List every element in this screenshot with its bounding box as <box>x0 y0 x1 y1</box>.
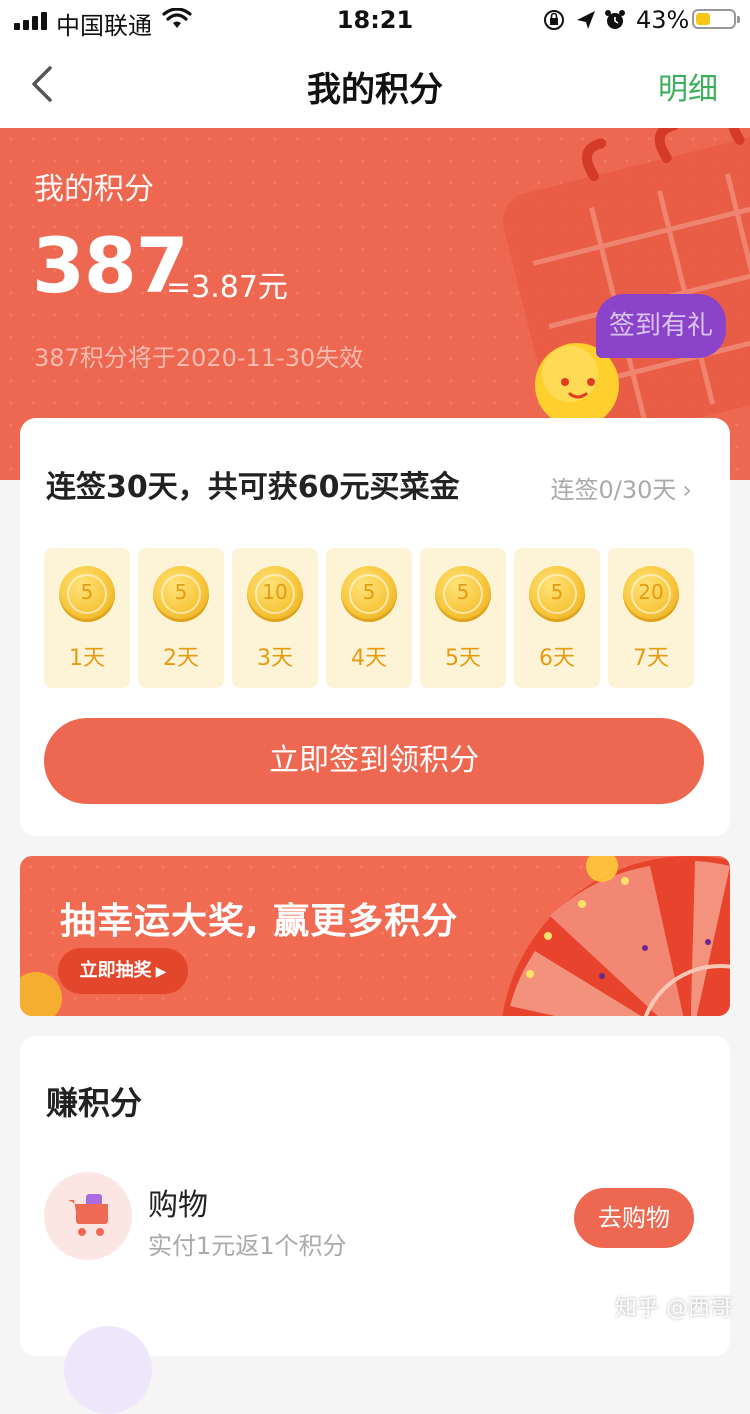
coin-value: 5 <box>174 580 188 604</box>
battery-percent: 43% <box>636 6 690 34</box>
coin-value: 5 <box>550 580 564 604</box>
prize-wheel-illustration <box>502 856 730 1016</box>
coin-icon: 10 <box>247 566 303 622</box>
location-icon <box>577 11 595 29</box>
chevron-right-icon: › <box>682 476 692 504</box>
coin-value: 5 <box>362 580 376 604</box>
day-label: 5天 <box>445 646 481 671</box>
signin-day-3: 10 3天 <box>232 548 318 688</box>
status-icons <box>544 10 625 30</box>
watermark: 知乎 @西哥 <box>615 1296 732 1321</box>
day-label: 6天 <box>539 646 575 671</box>
points-expire-note: 387积分将于2020-11-30失效 <box>34 344 364 372</box>
signin-day-7: 20 7天 <box>608 548 694 688</box>
coin-value: 20 <box>638 580 664 604</box>
orientation-lock-icon <box>544 10 564 30</box>
day-label: 4天 <box>351 646 387 671</box>
signin-progress-link[interactable]: 连签0/30天 › <box>550 470 692 505</box>
signin-card: 连签30天，共可获60元买菜金 连签0/30天 › 5 1天 5 2天 10 3天… <box>20 418 730 836</box>
task-description: 实付1元返1个积分 <box>148 1232 347 1260</box>
coin-value: 5 <box>80 580 94 604</box>
signin-button[interactable]: 立即签到领积分 <box>44 718 704 804</box>
coin-value: 5 <box>456 580 470 604</box>
go-shopping-button[interactable]: 去购物 <box>574 1188 694 1248</box>
nav-bar: 我的积分 明细 <box>0 40 750 128</box>
shopping-cart-icon <box>68 1194 108 1236</box>
coin-icon: 5 <box>59 566 115 622</box>
coin-value: 10 <box>262 580 288 604</box>
points-balance: 387 <box>32 221 189 310</box>
next-task-icon <box>64 1326 152 1414</box>
page-title: 我的积分 <box>307 70 443 110</box>
earn-title: 赚积分 <box>46 1084 143 1122</box>
lottery-button[interactable]: 立即抽奖 ▶ <box>58 948 188 994</box>
detail-link[interactable]: 明细 <box>658 64 718 108</box>
status-bar: 中国联通 18:21 43% <box>0 0 750 40</box>
lottery-button-label: 立即抽奖 <box>79 960 152 981</box>
battery-icon <box>692 9 740 29</box>
signin-day-1: 5 1天 <box>44 548 130 688</box>
points-cash-value: =3.87元 <box>166 270 288 305</box>
lottery-banner[interactable]: 抽幸运大奖, 赢更多积分 立即抽奖 ▶ <box>20 856 730 1016</box>
signin-gift-button[interactable]: 签到有礼 <box>596 294 726 358</box>
coin-icon: 5 <box>435 566 491 622</box>
task-row-shopping: 购物 实付1元返1个积分 去购物 <box>20 1164 730 1274</box>
signin-day-2: 5 2天 <box>138 548 224 688</box>
alarm-icon <box>605 10 625 29</box>
signin-day-row: 5 1天 5 2天 10 3天 5 4天 5 5天 5 6天 20 7天 <box>44 548 704 688</box>
task-icon-bg <box>44 1172 132 1260</box>
coin-icon: 5 <box>529 566 585 622</box>
coin-icon: 5 <box>341 566 397 622</box>
coin-icon: 20 <box>623 566 679 622</box>
signin-day-4: 5 4天 <box>326 548 412 688</box>
signin-progress-text: 连签0/30天 <box>550 476 677 504</box>
coin-icon: 5 <box>153 566 209 622</box>
signin-day-5: 5 5天 <box>420 548 506 688</box>
signin-day-6: 5 6天 <box>514 548 600 688</box>
lottery-title: 抽幸运大奖, 赢更多积分 <box>60 901 459 942</box>
day-label: 7天 <box>633 646 669 671</box>
points-label: 我的积分 <box>34 172 154 207</box>
day-label: 3天 <box>257 646 293 671</box>
play-triangle-icon: ▶ <box>155 964 167 980</box>
signin-title: 连签30天，共可获60元买菜金 <box>46 470 460 505</box>
day-label: 2天 <box>163 646 199 671</box>
day-label: 1天 <box>69 646 105 671</box>
task-name: 购物 <box>148 1188 208 1223</box>
